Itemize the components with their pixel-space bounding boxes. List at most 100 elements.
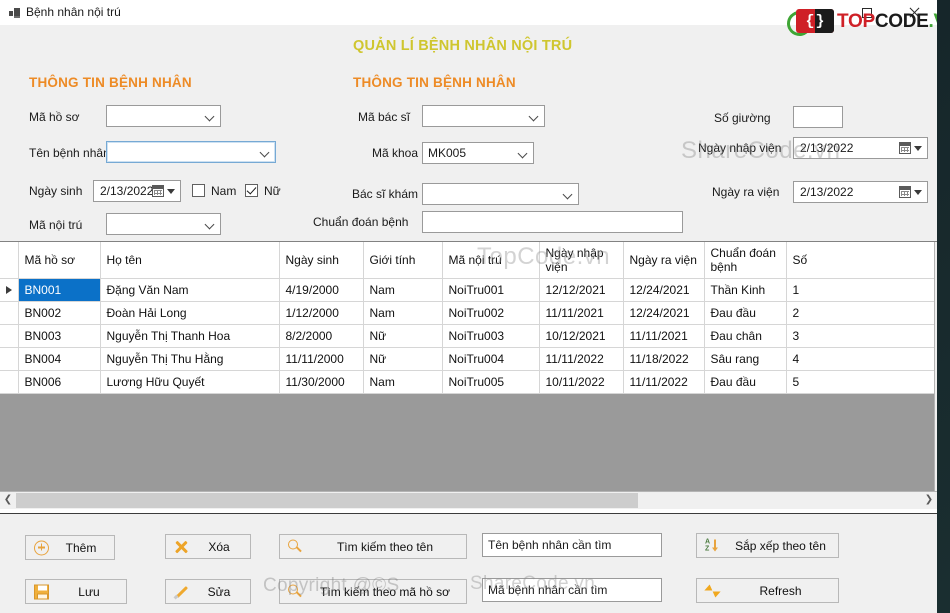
cell-gioi-tinh[interactable]: Nữ (363, 324, 443, 348)
cell-so[interactable]: 4 (786, 347, 937, 371)
delete-button[interactable]: Xóa (165, 534, 251, 559)
cell-chuan-doan-benh[interactable]: Sâu rang (704, 347, 787, 371)
cell-ngay-nhap-vien[interactable]: 12/12/2021 (539, 278, 624, 302)
ngay-sinh-datepicker[interactable]: 2/13/2022 (93, 180, 181, 202)
col-so[interactable]: Số (786, 242, 937, 279)
ma-bac-si-combo[interactable] (422, 105, 545, 127)
cell-ngay-ra-vien[interactable]: 11/18/2022 (623, 347, 705, 371)
search-by-name-button[interactable]: Tìm kiếm theo tên (279, 534, 467, 559)
cell-chuan-doan-benh[interactable]: Thần Kinh (704, 278, 787, 302)
scroll-left-arrow-icon[interactable]: ❮ (0, 492, 16, 508)
cell-gioi-tinh[interactable]: Nam (363, 278, 443, 302)
cell-ma-noi-tru[interactable]: NoiTru003 (442, 324, 540, 348)
col-ngay-sinh[interactable]: Ngày sinh (279, 242, 364, 279)
cell-chuan-doan-benh[interactable]: Đau chân (704, 324, 787, 348)
cell-ho-ten[interactable]: Lương Hữu Quyết (100, 370, 280, 394)
cell-ma-ho-so[interactable]: BN004 (18, 347, 101, 371)
grid-vertical-scrollbar[interactable] (934, 242, 937, 491)
cell-ngay-sinh[interactable]: 1/12/2000 (279, 301, 364, 325)
table-row[interactable]: BN004 Nguyễn Thị Thu Hằng 11/11/2000 Nữ … (0, 347, 937, 371)
horizontal-scroll-thumb[interactable] (16, 493, 638, 508)
row-marker-cell[interactable] (0, 301, 19, 325)
cell-ma-ho-so[interactable]: BN002 (18, 301, 101, 325)
col-chuan-doan-benh[interactable]: Chuẩn đoán bệnh (704, 242, 787, 279)
col-ma-noi-tru[interactable]: Mã nội trú (442, 242, 540, 279)
cell-gioi-tinh[interactable]: Nữ (363, 347, 443, 371)
cell-ma-ho-so[interactable]: BN001 (18, 278, 101, 302)
cell-so[interactable]: 2 (786, 301, 937, 325)
search-name-input[interactable]: Tên bệnh nhân cần tìm (482, 533, 662, 557)
cell-ngay-ra-vien[interactable]: 12/24/2021 (623, 278, 705, 302)
chuan-doan-benh-input[interactable] (422, 211, 683, 233)
ma-khoa-combo[interactable]: MK005 (422, 142, 534, 164)
cell-ma-noi-tru[interactable]: NoiTru001 (442, 278, 540, 302)
gender-nam-checkbox[interactable] (192, 184, 205, 197)
search-code-input[interactable]: Mã bệnh nhân cần tìm (482, 578, 662, 602)
row-marker-cell[interactable] (0, 278, 19, 302)
cell-ngay-sinh[interactable]: 11/11/2000 (279, 347, 364, 371)
search-by-code-button[interactable]: Tìm kiếm theo mã hồ sơ (279, 579, 467, 604)
col-ngay-ra-vien[interactable]: Ngày ra viện (623, 242, 705, 279)
save-disk-icon (34, 584, 49, 599)
cell-so[interactable]: 1 (786, 278, 937, 302)
label-ngay-nhap-vien: Ngày nhập viện (698, 141, 782, 155)
cell-gioi-tinh[interactable]: Nam (363, 301, 443, 325)
ngay-ra-vien-datepicker[interactable]: 2/13/2022 (793, 181, 928, 203)
sort-by-name-button[interactable]: A Z Sắp xếp theo tên (696, 533, 839, 558)
col-ma-ho-so[interactable]: Mã hồ sơ (18, 242, 101, 279)
topcode-logo: { } TOPCODE.VN (782, 6, 937, 41)
cell-ma-noi-tru[interactable]: NoiTru005 (442, 370, 540, 394)
row-marker-cell[interactable] (0, 347, 19, 371)
cell-ngay-nhap-vien[interactable]: 10/11/2022 (539, 370, 624, 394)
scroll-right-arrow-icon[interactable]: ❯ (921, 492, 937, 508)
cell-ho-ten[interactable]: Nguyễn Thị Thu Hằng (100, 347, 280, 371)
cell-ngay-nhap-vien[interactable]: 10/12/2021 (539, 324, 624, 348)
grid-header-row: Mã hồ sơ Họ tên Ngày sinh Giới tính Mã n… (0, 242, 937, 279)
col-gioi-tinh[interactable]: Giới tính (363, 242, 443, 279)
edit-button[interactable]: Sửa (165, 579, 251, 604)
ma-noi-tru-combo[interactable] (106, 213, 221, 235)
cell-ngay-sinh[interactable]: 11/30/2000 (279, 370, 364, 394)
add-button[interactable]: Thêm (25, 535, 115, 560)
cell-chuan-doan-benh[interactable]: Đau đầu (704, 370, 787, 394)
gender-nu-checkbox[interactable] (245, 184, 258, 197)
table-row[interactable]: BN002 Đoàn Hải Long 1/12/2000 Nam NoiTru… (0, 301, 937, 325)
cell-ngay-sinh[interactable]: 8/2/2000 (279, 324, 364, 348)
sort-a-glyph: A (705, 538, 711, 545)
cell-chuan-doan-benh[interactable]: Đau đầu (704, 301, 787, 325)
row-marker-cell[interactable] (0, 370, 19, 394)
ten-benh-nhan-combo[interactable] (106, 141, 276, 163)
ma-ho-so-combo[interactable] (106, 105, 221, 127)
table-row[interactable]: BN006 Lương Hữu Quyết 11/30/2000 Nam Noi… (0, 370, 937, 394)
so-giuong-input[interactable] (793, 106, 843, 128)
row-marker-cell[interactable] (0, 324, 19, 348)
cell-ngay-ra-vien[interactable]: 11/11/2022 (623, 370, 705, 394)
cell-ngay-ra-vien[interactable]: 12/24/2021 (623, 301, 705, 325)
cell-ngay-sinh[interactable]: 4/19/2000 (279, 278, 364, 302)
cell-ho-ten[interactable]: Nguyễn Thị Thanh Hoa (100, 324, 280, 348)
col-ho-ten[interactable]: Họ tên (100, 242, 280, 279)
cell-ho-ten[interactable]: Đoàn Hải Long (100, 301, 280, 325)
cell-gioi-tinh[interactable]: Nam (363, 370, 443, 394)
sort-alpha-icon: A Z (705, 538, 720, 553)
cell-ngay-nhap-vien[interactable]: 11/11/2021 (539, 301, 624, 325)
cell-ma-ho-so[interactable]: BN003 (18, 324, 101, 348)
search-icon (288, 584, 303, 599)
table-row[interactable]: BN003 Nguyễn Thị Thanh Hoa 8/2/2000 Nữ N… (0, 324, 937, 348)
cell-ma-noi-tru[interactable]: NoiTru004 (442, 347, 540, 371)
cell-ma-noi-tru[interactable]: NoiTru002 (442, 301, 540, 325)
save-button[interactable]: Lưu (25, 579, 127, 604)
table-row[interactable]: BN001 Đặng Văn Nam 4/19/2000 Nam NoiTru0… (0, 278, 937, 302)
col-ngay-nhap-vien[interactable]: Ngày nhập viện (539, 242, 624, 279)
cell-ho-ten[interactable]: Đặng Văn Nam (100, 278, 280, 302)
patient-data-grid[interactable]: Mã hồ sơ Họ tên Ngày sinh Giới tính Mã n… (0, 241, 937, 514)
ngay-nhap-vien-datepicker[interactable]: 2/13/2022 (793, 137, 928, 159)
cell-ngay-nhap-vien[interactable]: 11/11/2022 (539, 347, 624, 371)
cell-so[interactable]: 5 (786, 370, 937, 394)
cell-ma-ho-so[interactable]: BN006 (18, 370, 101, 394)
grid-horizontal-scrollbar[interactable]: ❮ ❯ (0, 491, 937, 509)
refresh-button[interactable]: Refresh (696, 578, 839, 603)
bac-si-kham-combo[interactable] (422, 183, 579, 205)
cell-so[interactable]: 3 (786, 324, 937, 348)
cell-ngay-ra-vien[interactable]: 11/11/2021 (623, 324, 705, 348)
